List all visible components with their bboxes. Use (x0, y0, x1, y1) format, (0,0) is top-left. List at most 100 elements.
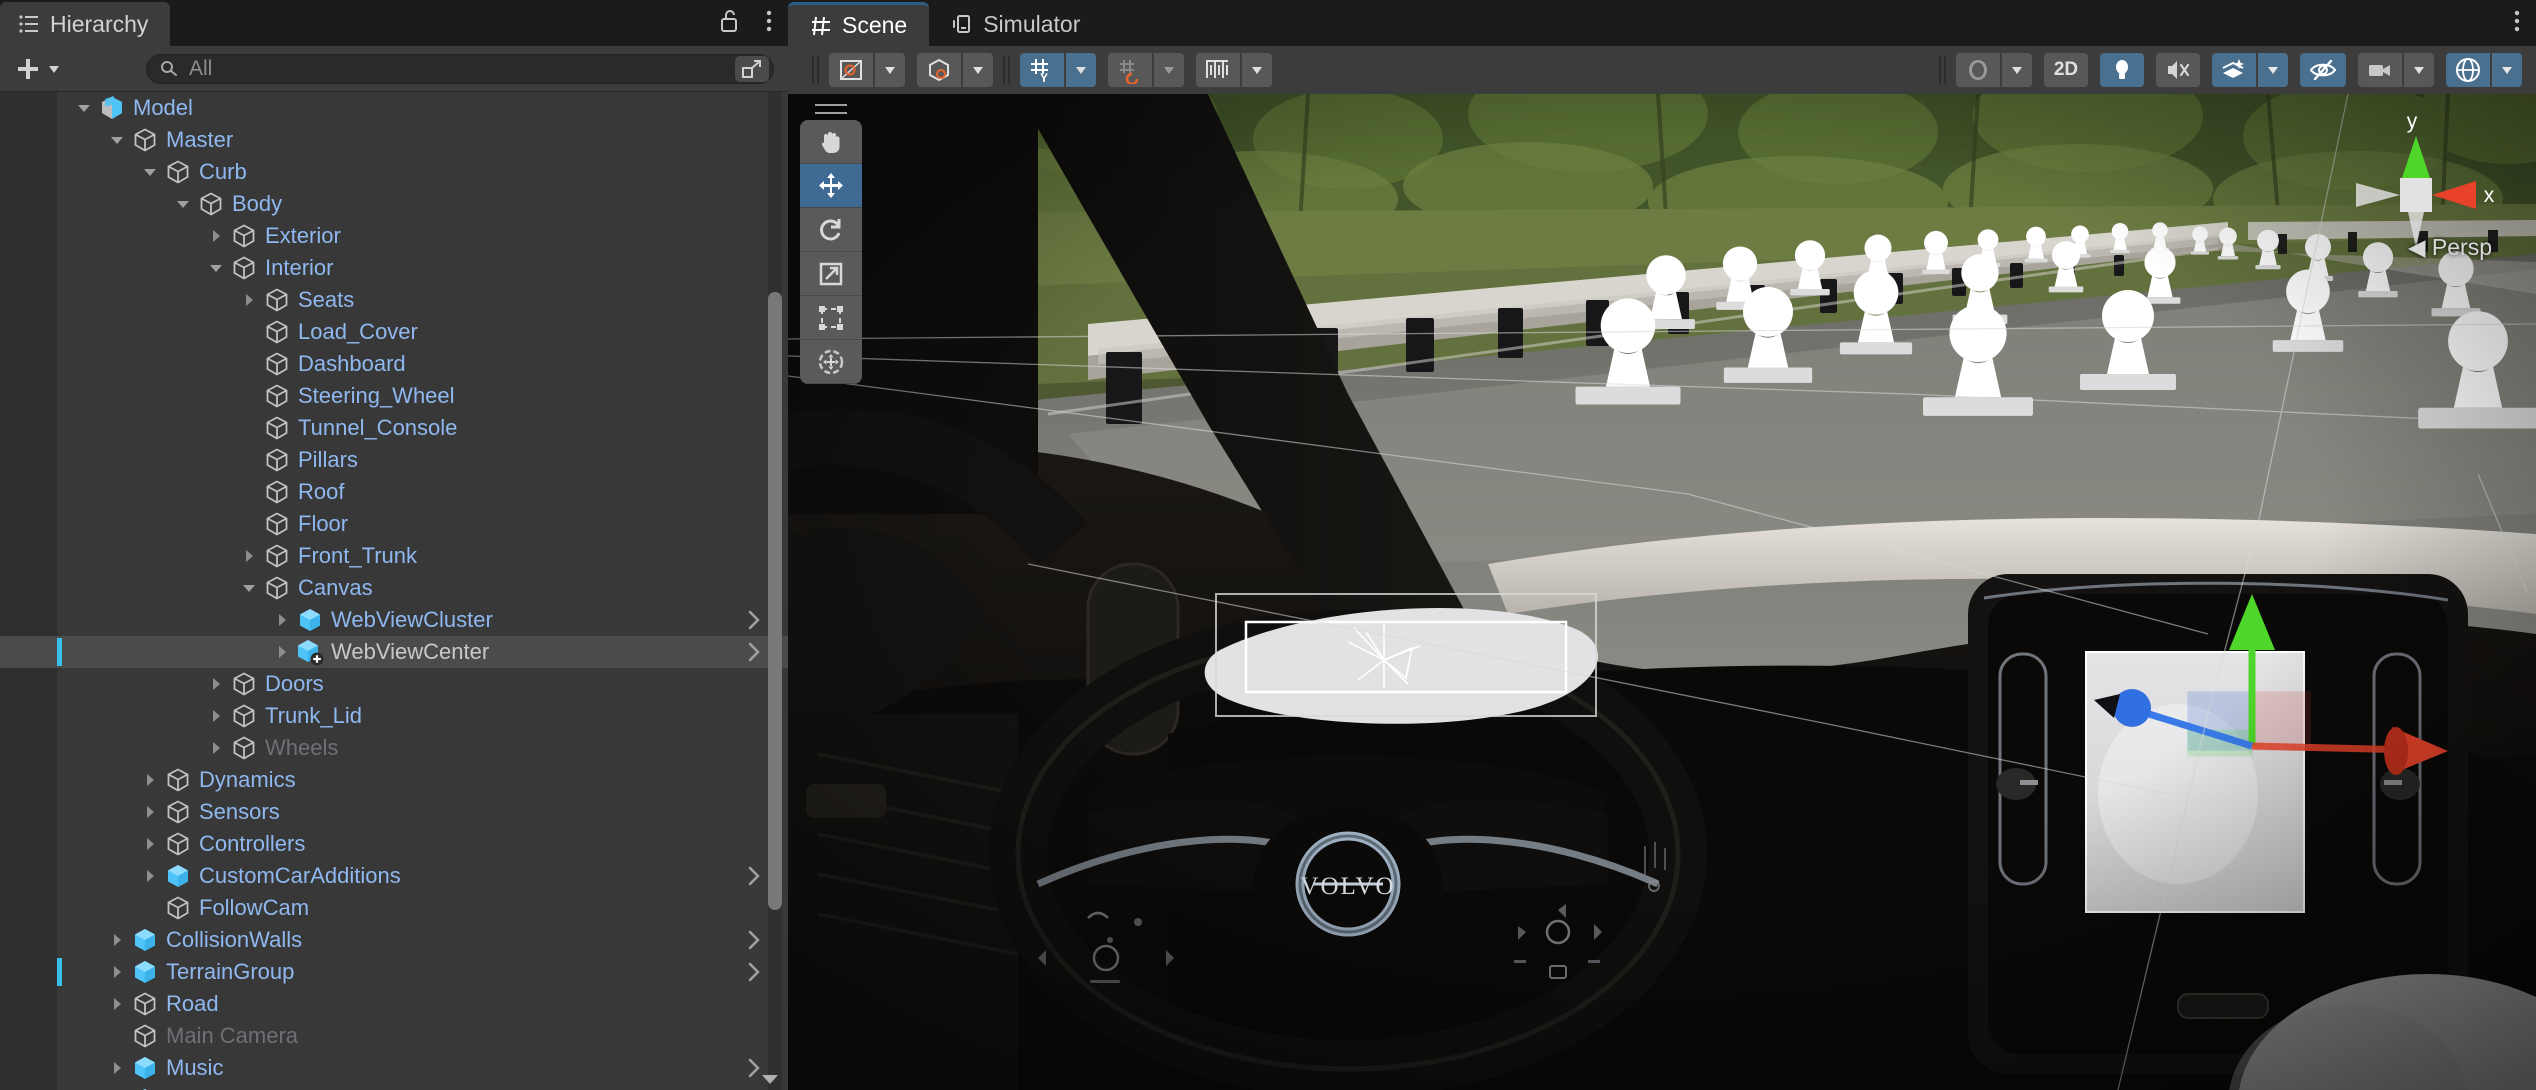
hierarchy-item-doors[interactable]: Doors (0, 668, 788, 700)
hierarchy-item-body[interactable]: Body (0, 188, 788, 220)
chevron-right-icon[interactable] (203, 700, 229, 732)
scene-viewport[interactable]: VOLVO (788, 94, 2536, 1090)
increment-snap-dropdown[interactable] (1242, 53, 1272, 87)
chevron-down-icon[interactable] (170, 188, 196, 220)
hand-tool[interactable] (800, 120, 862, 164)
hierarchy-item-cliffsplacement[interactable]: CliffsPlacement (0, 1084, 788, 1090)
prefab-open-chevron-icon[interactable] (746, 636, 762, 668)
hierarchy-item-exterior[interactable]: Exterior (0, 220, 788, 252)
kebab-menu-icon[interactable] (2512, 8, 2522, 34)
scene-fx-button[interactable] (2212, 53, 2256, 87)
hierarchy-item-wheels[interactable]: Wheels (0, 732, 788, 764)
grid-snap-button[interactable] (1108, 53, 1152, 87)
hierarchy-item-road[interactable]: Road (0, 988, 788, 1020)
rotate-tool[interactable] (800, 208, 862, 252)
lock-open-icon[interactable] (718, 8, 742, 34)
chevron-right-icon[interactable] (203, 732, 229, 764)
hierarchy-item-roof[interactable]: Roof (0, 476, 788, 508)
chevron-right-icon[interactable] (269, 604, 295, 636)
hierarchy-item-sensors[interactable]: Sensors (0, 796, 788, 828)
chevron-right-icon[interactable] (104, 924, 130, 956)
hierarchy-item-interior[interactable]: Interior (0, 252, 788, 284)
hierarchy-item-load-cover[interactable]: Load_Cover (0, 316, 788, 348)
search-input[interactable] (179, 57, 735, 81)
increment-snap-button[interactable] (1196, 53, 1240, 87)
expand-panel-icon[interactable] (735, 56, 769, 82)
hierarchy-item-canvas[interactable]: Canvas (0, 572, 788, 604)
hierarchy-item-master[interactable]: Master (0, 124, 788, 156)
chevron-right-icon[interactable] (236, 284, 262, 316)
scene-lighting-button[interactable] (2100, 53, 2144, 87)
hierarchy-item-model[interactable]: Model (0, 92, 788, 124)
gizmos-button[interactable] (2446, 53, 2490, 87)
hierarchy-item-collisionwalls[interactable]: CollisionWalls (0, 924, 788, 956)
chevron-right-icon[interactable] (137, 860, 163, 892)
hierarchy-item-front-trunk[interactable]: Front_Trunk (0, 540, 788, 572)
grid-snap-dropdown[interactable] (1154, 53, 1184, 87)
scene-camera-button[interactable] (2358, 53, 2402, 87)
chevron-down-icon[interactable] (203, 252, 229, 284)
shading-mode-button[interactable] (1956, 53, 2000, 87)
chevron-right-icon[interactable] (104, 988, 130, 1020)
hierarchy-item-tunnel-console[interactable]: Tunnel_Console (0, 412, 788, 444)
chevron-down-icon[interactable] (104, 124, 130, 156)
rect-tool[interactable] (800, 296, 862, 340)
tab-hierarchy[interactable]: Hierarchy (0, 2, 170, 46)
hierarchy-item-terraingroup[interactable]: TerrainGroup (0, 956, 788, 988)
hierarchy-item-main-camera[interactable]: Main Camera (0, 1020, 788, 1052)
chevron-right-icon[interactable] (203, 220, 229, 252)
hierarchy-item-controllers[interactable]: Controllers (0, 828, 788, 860)
hierarchy-item-customcaradditions[interactable]: CustomCarAdditions (0, 860, 788, 892)
handle-space-dropdown[interactable] (963, 53, 993, 87)
grid-axis-dropdown[interactable] (1066, 53, 1096, 87)
hierarchy-item-trunk-lid[interactable]: Trunk_Lid (0, 700, 788, 732)
pivot-mode-button[interactable] (829, 53, 873, 87)
hierarchy-item-steering-wheel[interactable]: Steering_Wheel (0, 380, 788, 412)
grid-axis-button[interactable]: Y (1020, 53, 1064, 87)
hierarchy-item-pillars[interactable]: Pillars (0, 444, 788, 476)
scene-camera-dropdown[interactable] (2404, 53, 2434, 87)
tools-drag-handle[interactable] (815, 104, 847, 114)
chevron-right-icon[interactable] (203, 668, 229, 700)
hierarchy-item-seats[interactable]: Seats (0, 284, 788, 316)
shading-mode-dropdown[interactable] (2002, 53, 2032, 87)
chevron-down-icon[interactable] (71, 92, 97, 124)
prefab-open-chevron-icon[interactable] (746, 956, 762, 988)
gizmos-dropdown[interactable] (2492, 53, 2522, 87)
chevron-right-icon[interactable] (104, 1084, 130, 1090)
hierarchy-item-webviewcenter[interactable]: WebViewCenter (0, 636, 788, 668)
prefab-open-chevron-icon[interactable] (746, 924, 762, 956)
tab-scene[interactable]: Scene (788, 2, 929, 46)
handle-space-button[interactable] (917, 53, 961, 87)
hidden-objects-button[interactable] (2300, 53, 2346, 87)
hierarchy-item-music[interactable]: Music (0, 1052, 788, 1084)
hierarchy-item-dynamics[interactable]: Dynamics (0, 764, 788, 796)
hierarchy-item-webviewcluster[interactable]: WebViewCluster (0, 604, 788, 636)
2d-toggle-button[interactable]: 2D (2044, 53, 2088, 87)
hierarchy-search-field[interactable] (146, 54, 774, 84)
chevron-right-icon[interactable] (236, 540, 262, 572)
scale-tool[interactable] (800, 252, 862, 296)
chevron-right-icon[interactable] (269, 636, 295, 668)
chevron-right-icon[interactable] (137, 828, 163, 860)
chevron-right-icon[interactable] (137, 764, 163, 796)
chevron-right-icon[interactable] (104, 1052, 130, 1084)
create-object-button[interactable] (8, 53, 68, 85)
chevron-down-icon[interactable] (137, 156, 163, 188)
chevron-down-icon[interactable] (236, 572, 262, 604)
kebab-menu-icon[interactable] (764, 8, 774, 34)
scene-fx-dropdown[interactable] (2258, 53, 2288, 87)
hierarchy-item-dashboard[interactable]: Dashboard (0, 348, 788, 380)
hierarchy-item-floor[interactable]: Floor (0, 508, 788, 540)
hierarchy-tree[interactable]: ModelMasterCurbBodyExteriorInteriorSeats… (0, 92, 788, 1090)
transform-tool[interactable] (800, 340, 862, 384)
scene-audio-button[interactable] (2156, 53, 2200, 87)
hierarchy-item-followcam[interactable]: FollowCam (0, 892, 788, 924)
scroll-down-icon[interactable] (760, 1072, 780, 1086)
chevron-right-icon[interactable] (137, 796, 163, 828)
projection-mode-label[interactable]: ◀ Persp (2408, 234, 2492, 261)
prefab-open-chevron-icon[interactable] (746, 604, 762, 636)
hierarchy-item-curb[interactable]: Curb (0, 156, 788, 188)
chevron-right-icon[interactable] (104, 956, 130, 988)
prefab-open-chevron-icon[interactable] (746, 860, 762, 892)
